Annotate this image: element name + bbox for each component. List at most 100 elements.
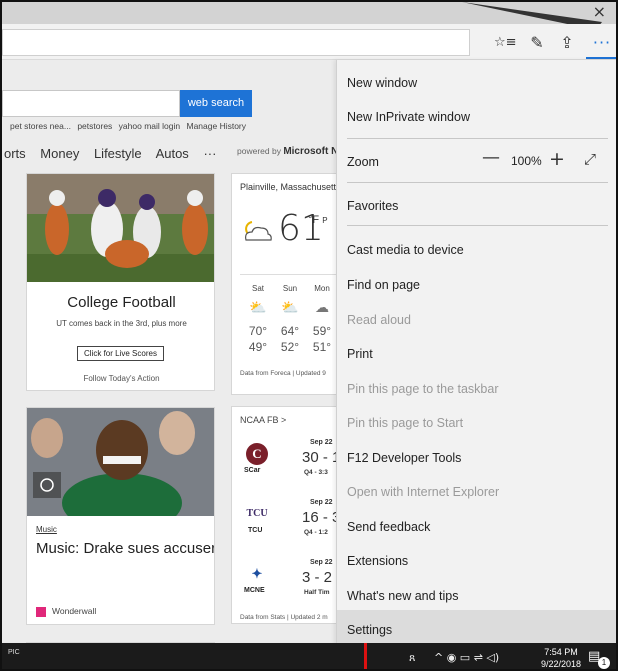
partly-sunny-icon: ⛅ xyxy=(281,300,299,316)
weather-card[interactable]: Plainville, Massachusett 61 °F P Sat Sun… xyxy=(231,173,341,395)
wonderwall-logo xyxy=(36,607,46,617)
favorites-hub-icon[interactable]: ☆≡ xyxy=(494,32,517,54)
history-item[interactable]: pet stores nea... xyxy=(10,121,71,131)
windows-taskbar: PIC ጸ ^ ◉ ▭ ⇌ ◁) 7:54 PM 9/22/2018 ▤ 1 xyxy=(2,643,616,669)
history-item[interactable]: petstores xyxy=(77,121,112,131)
menu-settings-row[interactable]: Settings xyxy=(337,610,616,645)
card-subtitle: UT comes back in the 3rd, plus more xyxy=(56,319,187,328)
menu-new-window[interactable]: New window xyxy=(347,76,417,90)
card-source: Wonderwall xyxy=(52,606,97,616)
powered-by-brand: Microsoft Ne xyxy=(283,146,344,157)
weather-location: Plainville, Massachusett xyxy=(240,182,337,192)
card-category[interactable]: Music xyxy=(36,525,57,534)
game-status: Half Tim xyxy=(304,589,330,596)
forecast-low: 52° xyxy=(280,340,300,354)
cloud-icon: ☁ xyxy=(315,300,329,316)
news-categories: orts Money Lifestyle Autos ··· xyxy=(4,146,227,161)
menu-find-on-page[interactable]: Find on page xyxy=(347,278,420,292)
search-input[interactable] xyxy=(2,90,180,117)
powered-by: powered by Microsoft Ne xyxy=(237,146,344,157)
game-score: 30 - 1 xyxy=(302,449,341,466)
web-search-button[interactable]: web search xyxy=(180,90,252,117)
unit-label: °F xyxy=(308,214,320,226)
menu-zoom-label: Zoom xyxy=(347,155,379,169)
category-more[interactable]: ··· xyxy=(203,146,216,161)
web-notes-icon[interactable]: ✎ xyxy=(526,32,548,54)
menu-favorites[interactable]: Favorites xyxy=(347,199,398,213)
menu-send-feedback[interactable]: Send feedback xyxy=(347,520,430,534)
history-item[interactable]: yahoo mail login xyxy=(119,121,180,131)
close-window-button[interactable]: × xyxy=(593,2,606,21)
more-actions-active-indicator xyxy=(586,57,616,59)
forecast-high: 64° xyxy=(280,324,300,338)
system-tray-icons[interactable]: ^ ◉ ▭ ⇌ ◁) xyxy=(434,651,499,664)
forecast-day: Mon xyxy=(314,284,330,293)
category-autos[interactable]: Autos xyxy=(156,146,189,161)
game-date: Sep 22 xyxy=(310,499,333,506)
people-icon[interactable]: ጸ xyxy=(409,651,415,665)
zoom-out-button[interactable]: — xyxy=(482,147,500,168)
address-bar[interactable] xyxy=(2,29,470,56)
menu-pin-start: Pin this page to Start xyxy=(347,416,464,430)
menu-f12-tools[interactable]: F12 Developer Tools xyxy=(347,451,461,465)
game-row[interactable]: C SCar Sep 22 30 - 1 Q4 - 3:3 xyxy=(232,439,341,493)
category-sports[interactable]: orts xyxy=(4,146,26,161)
card-title: College Football xyxy=(67,294,176,311)
zoom-level: 100% xyxy=(511,154,542,168)
sports-scores-card[interactable]: NCAA FB > C SCar Sep 22 30 - 1 Q4 - 3:3 … xyxy=(231,406,341,624)
settings-and-more-menu: New window New InPrivate window Zoom — 1… xyxy=(336,60,616,645)
title-bar: × xyxy=(2,2,616,30)
menu-extensions[interactable]: Extensions xyxy=(347,554,408,568)
partly-cloudy-icon xyxy=(245,221,272,241)
menu-separator xyxy=(347,138,608,139)
browser-toolbar: ☆≡ ✎ ⇪ ··· xyxy=(2,24,616,60)
menu-cast-media[interactable]: Cast media to device xyxy=(347,243,464,257)
menu-read-aloud: Read aloud xyxy=(347,313,411,327)
powered-by-label: powered by xyxy=(237,146,281,156)
tcu-logo: TCU xyxy=(246,508,268,519)
south-carolina-logo: C xyxy=(246,443,268,465)
menu-settings[interactable]: Settings xyxy=(347,623,392,637)
game-score: 3 - 2 xyxy=(302,569,333,586)
game-score: 16 - 3 xyxy=(302,509,341,526)
taskbar-app-icon[interactable]: PIC xyxy=(8,649,20,656)
game-row[interactable]: ✦ MCNE Sep 22 3 - 2 Half Tim xyxy=(232,559,340,613)
partly-sunny-icon: ⛅ xyxy=(249,300,267,316)
football-photo xyxy=(27,174,214,282)
unit-suffix: P xyxy=(322,216,328,225)
sports-source: Data from Stats | Updated 2 m xyxy=(240,614,328,621)
red-marker xyxy=(364,643,367,669)
game-status: Q4 - 3:3 xyxy=(304,469,328,476)
game-date: Sep 22 xyxy=(310,439,333,446)
forecast-day: Sun xyxy=(282,284,298,293)
ncaa-fb-link[interactable]: NCAA FB > xyxy=(240,415,286,425)
clock-time: 7:54 PM xyxy=(544,647,578,657)
menu-whats-new[interactable]: What's new and tips xyxy=(347,589,458,603)
menu-print[interactable]: Print xyxy=(347,347,373,361)
team-abbr: SCar xyxy=(244,467,261,474)
team-abbr: MCNE xyxy=(244,587,265,594)
game-row[interactable]: TCU TCU Sep 22 16 - 3 Q4 - 1:2 xyxy=(232,499,341,553)
forecast-day: Sat xyxy=(251,284,264,293)
share-icon[interactable]: ⇪ xyxy=(556,32,578,54)
clock-date: 9/22/2018 xyxy=(540,659,582,669)
manage-history-link[interactable]: Manage History xyxy=(186,121,246,131)
drake-photo xyxy=(27,408,214,516)
fullscreen-icon[interactable]: ⤢ xyxy=(584,150,596,168)
category-money[interactable]: Money xyxy=(40,146,79,161)
search-history: pet stores nea... petstores yahoo mail l… xyxy=(10,121,250,131)
drake-news-card[interactable]: Music Music: Drake sues accuser Wonderwa… xyxy=(26,407,215,625)
category-lifestyle[interactable]: Lifestyle xyxy=(94,146,142,161)
menu-separator xyxy=(347,182,608,183)
follow-action-link[interactable]: Follow Today's Action xyxy=(27,374,214,383)
menu-new-inprivate-window[interactable]: New InPrivate window xyxy=(347,110,470,124)
game-date: Sep 22 xyxy=(310,559,333,566)
zoom-in-button[interactable]: + xyxy=(549,148,565,170)
clock[interactable]: 7:54 PM 9/22/2018 xyxy=(536,646,586,669)
live-scores-button[interactable]: Click for Live Scores xyxy=(77,346,164,361)
more-actions-icon[interactable]: ··· xyxy=(591,32,613,54)
notification-badge: 1 xyxy=(598,657,610,669)
forecast-low: 49° xyxy=(248,340,268,354)
forecast-high: 70° xyxy=(248,324,268,338)
college-football-card[interactable]: College Football UT comes back in the 3r… xyxy=(26,173,215,391)
